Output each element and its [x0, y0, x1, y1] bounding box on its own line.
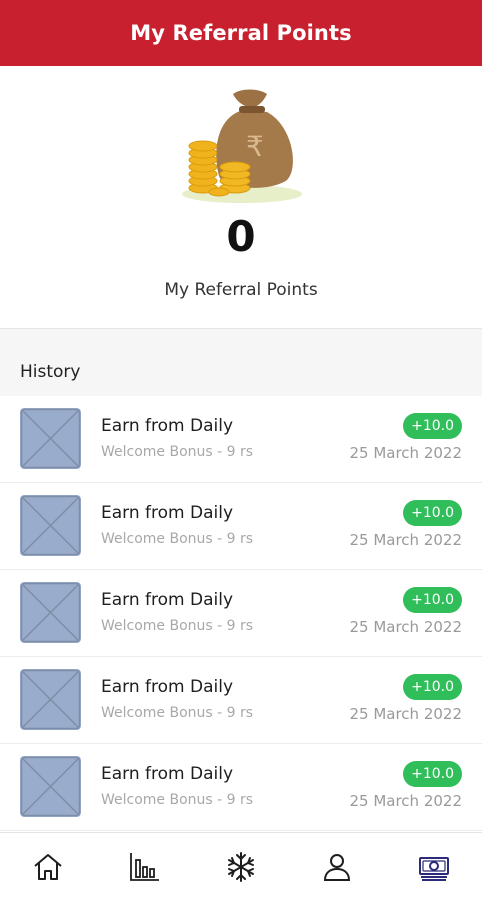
history-item[interactable]: Earn from Daily Welcome Bonus - 9 rs +10… — [0, 483, 482, 570]
history-list: Earn from Daily Welcome Bonus - 9 rs +10… — [0, 396, 482, 831]
history-section-header: History — [0, 328, 482, 396]
history-item-date: 25 March 2022 — [349, 792, 462, 810]
history-item-title: Earn from Daily — [101, 503, 234, 523]
image-placeholder-icon — [20, 408, 81, 469]
history-item-title: Earn from Daily — [101, 416, 234, 436]
user-icon — [324, 853, 351, 881]
nav-home[interactable] — [18, 837, 78, 897]
points-amount-badge: +10.0 — [403, 674, 462, 700]
history-item-subtitle: Welcome Bonus - 9 rs — [101, 531, 254, 547]
history-item-date: 25 March 2022 — [349, 531, 462, 549]
points-amount-badge: +10.0 — [403, 587, 462, 613]
history-item-title: Earn from Daily — [101, 764, 234, 784]
history-item-subtitle: Welcome Bonus - 9 rs — [101, 705, 254, 721]
history-item[interactable]: Earn from Daily Welcome Bonus - 9 rs +10… — [0, 396, 482, 483]
bar-chart-icon — [129, 852, 159, 881]
history-item[interactable]: Earn from Daily Welcome Bonus - 9 rs +10… — [0, 744, 482, 831]
image-placeholder-icon — [20, 582, 81, 643]
bottom-navigation — [0, 832, 482, 900]
cash-icon — [418, 856, 449, 881]
nav-profile[interactable] — [307, 837, 367, 897]
points-amount-badge: +10.0 — [403, 413, 462, 439]
points-value: 0 — [226, 212, 256, 261]
page-title: My Referral Points — [130, 21, 352, 45]
snowflake-icon — [227, 851, 254, 882]
points-amount-badge: +10.0 — [403, 761, 462, 787]
history-item-title: Earn from Daily — [101, 590, 234, 610]
history-item[interactable]: Earn from Daily Welcome Bonus - 9 rs +10… — [0, 657, 482, 744]
points-summary: ₹ 0 My Referral Points — [0, 66, 482, 328]
history-item-subtitle: Welcome Bonus - 9 rs — [101, 444, 254, 460]
app-bar: My Referral Points — [0, 0, 482, 66]
history-heading: History — [20, 362, 81, 382]
image-placeholder-icon — [20, 756, 81, 817]
home-icon — [34, 853, 62, 880]
history-item[interactable]: Earn from Daily Welcome Bonus - 9 rs +10… — [0, 570, 482, 657]
nav-stats[interactable] — [115, 837, 175, 897]
history-item-subtitle: Welcome Bonus - 9 rs — [101, 792, 254, 808]
nav-wallet[interactable] — [404, 837, 464, 897]
image-placeholder-icon — [20, 669, 81, 730]
money-bag-icon: ₹ — [182, 89, 302, 203]
points-label: My Referral Points — [164, 280, 318, 300]
history-item-subtitle: Welcome Bonus - 9 rs — [101, 618, 254, 634]
nav-snowflake[interactable] — [211, 837, 271, 897]
history-item-date: 25 March 2022 — [349, 705, 462, 723]
history-item-date: 25 March 2022 — [349, 618, 462, 636]
history-item-date: 25 March 2022 — [349, 444, 462, 462]
history-item-title: Earn from Daily — [101, 677, 234, 697]
svg-text:₹: ₹ — [246, 130, 264, 163]
image-placeholder-icon — [20, 495, 81, 556]
points-amount-badge: +10.0 — [403, 500, 462, 526]
